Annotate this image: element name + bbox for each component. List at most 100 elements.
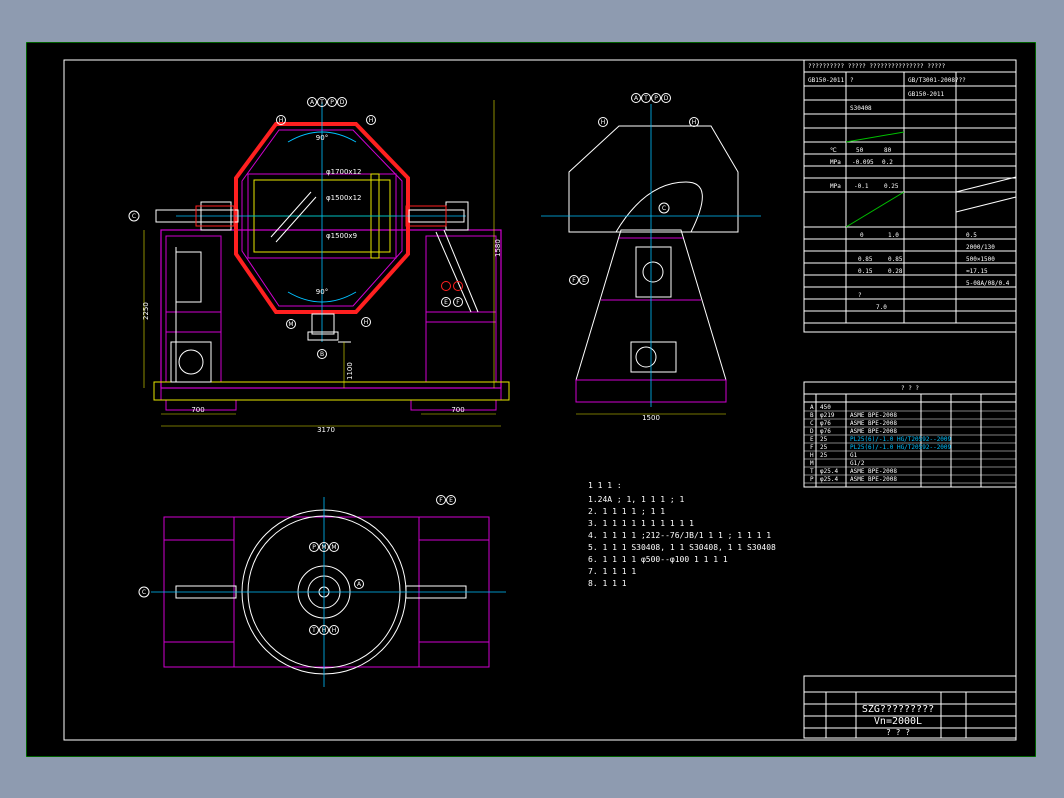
svg-text:P: P: [312, 544, 316, 551]
svg-text:H: H: [364, 319, 369, 326]
svg-text:M: M: [288, 321, 293, 328]
spec-table: ?????????? ????? ??????????????? ????? G…: [803, 59, 1017, 333]
nozzle-cell: F: [810, 444, 814, 451]
svg-text:?: ?: [850, 77, 854, 84]
svg-text:GB150-2011: GB150-2011: [908, 91, 945, 98]
svg-text:80: 80: [884, 147, 892, 154]
svg-text:0.85: 0.85: [888, 256, 903, 263]
svg-text:500×1500: 500×1500: [966, 256, 995, 263]
nozzle-rows: A 450 B φ219 ASME BPE-2008 C φ76 ASME BPE-2008 D…: [804, 404, 1016, 484]
svg-text:F: F: [456, 299, 460, 306]
svg-text:C: C: [142, 589, 146, 596]
svg-text:C: C: [662, 205, 666, 212]
nozzle-cell: C: [810, 420, 814, 427]
note-line: 7. 1 1 1 1: [588, 567, 636, 576]
svg-text:GB150-2011: GB150-2011: [808, 77, 845, 84]
nozzle-cell: PL25(6)/-1.0 HG/T20592--2009: [850, 444, 952, 451]
svg-text:T: T: [311, 627, 316, 634]
drawing-sheet: 90° 90° φ1700x12 φ1500x12 φ1500x9 700 70…: [26, 42, 1036, 757]
svg-text:0.28: 0.28: [888, 268, 903, 275]
svg-text:E: E: [582, 277, 586, 284]
dim-700-left: 700: [191, 406, 204, 414]
nozzle-cell: 450: [820, 404, 831, 411]
nozzle-cell: ASME BPE-2008: [850, 476, 897, 483]
svg-text:MPa: MPa: [830, 159, 841, 166]
nozzle-cell: φ76: [820, 428, 831, 435]
notes-heading: 1 1 1 :: [588, 481, 622, 490]
note-line: 1.24A ; 1, 1 1 1 ; 1: [588, 495, 685, 504]
title-bottom: ? ? ?: [886, 728, 910, 737]
nozzle-cell: G1: [850, 452, 858, 459]
technical-notes: 1 1 1 : 1.24A ; 1, 1 1 1 ; 1 2. 1 1 1 1 …: [588, 481, 776, 588]
dim-1500: 1500: [642, 414, 660, 422]
svg-text:P: P: [330, 99, 334, 106]
svg-text:5-08A/08/0.4: 5-08A/08/0.4: [966, 280, 1010, 287]
nozzle-cell: ASME BPE-2008: [850, 420, 897, 427]
dim-700-right: 700: [451, 406, 464, 414]
nozzle-cell: ASME BPE-2008: [850, 428, 897, 435]
svg-text:H: H: [369, 117, 374, 124]
svg-text:?: ?: [858, 292, 862, 299]
svg-text:MPa: MPa: [830, 183, 841, 190]
title-volume: Vn=2000L: [874, 716, 922, 727]
title-block: SZG????????? Vn=2000L ? ? ?: [803, 675, 1017, 739]
nozzle-cell: E: [810, 436, 814, 443]
svg-text:H: H: [279, 117, 284, 124]
nozzle-cell: ASME BPE-2008: [850, 468, 897, 475]
note-line: 8. 1 1 1: [588, 579, 627, 588]
svg-text:H: H: [601, 119, 606, 126]
nozzle-cell: φ25.4: [820, 468, 838, 475]
cad-drawing: 90° 90° φ1700x12 φ1500x12 φ1500x9 700 70…: [26, 42, 1036, 757]
dim-2250: 2250: [142, 302, 150, 320]
note-line: 4. 1 1 1 1 ;212--76/JB/1 1 1 ; 1 1 1 1: [588, 531, 771, 540]
note-line: 5. 1 1 1 S30408, 1 1 S30408, 1 1 S30408: [588, 543, 776, 552]
svg-text:E: E: [449, 497, 453, 504]
svg-text:T: T: [319, 99, 324, 106]
svg-text:D: D: [664, 95, 669, 102]
svg-text:0.15: 0.15: [858, 268, 873, 275]
note-line: 2. 1 1 1 1 ; 1 1: [588, 507, 665, 516]
cad-window: 90° 90° φ1700x12 φ1500x12 φ1500x9 700 70…: [0, 0, 1064, 798]
svg-text:50: 50: [856, 147, 864, 154]
nozzle-cell: T: [810, 468, 814, 475]
svg-text:H: H: [692, 119, 697, 126]
top-bubbles: F E C P M M A T H H: [138, 495, 456, 635]
spec-header: ?????????? ????? ??????????????? ?????: [808, 63, 946, 70]
svg-text:M: M: [331, 544, 336, 551]
nozzle-cell: M: [810, 460, 814, 467]
svg-text:7.0: 7.0: [876, 304, 887, 311]
svg-text:P: P: [654, 95, 658, 102]
nozzle-cell: B: [810, 412, 814, 419]
angle-bottom-label: 90°: [316, 288, 328, 296]
top-view: F E C P M M A T H H: [138, 495, 506, 687]
svg-text:E: E: [444, 299, 448, 306]
svg-text:B: B: [320, 351, 324, 358]
dim-1100: 1100: [346, 362, 354, 380]
nozzle-cell: φ25.4: [820, 476, 838, 483]
svg-text:S30408: S30408: [850, 105, 872, 112]
inner-dim-2: φ1500x12: [326, 194, 361, 202]
svg-text:GB/T3001-2008???: GB/T3001-2008???: [908, 77, 966, 84]
svg-text:A: A: [357, 581, 362, 588]
nozzle-cell: A: [810, 404, 814, 411]
svg-text:0.2: 0.2: [882, 159, 893, 166]
dim-1580: 1580: [494, 239, 502, 257]
note-line: 6. 1 1 1 1 φ500--φ100 1 1 1 1: [588, 555, 728, 564]
svg-text:A: A: [634, 95, 639, 102]
nozzle-cell: 25: [820, 452, 828, 459]
svg-text:H: H: [332, 627, 337, 634]
svg-text:A: A: [310, 99, 315, 106]
svg-text:0.5: 0.5: [966, 232, 977, 239]
front-bubbles: A T P D H H C M H B E F: [128, 97, 463, 359]
nozzle-cell: 25: [820, 444, 828, 451]
nozzle-cell: P: [810, 476, 814, 483]
nozzle-cell: 25: [820, 436, 828, 443]
svg-text:T: T: [643, 95, 648, 102]
svg-text:M: M: [321, 544, 326, 551]
svg-text:1.0: 1.0: [888, 232, 899, 239]
svg-text:≈17.15: ≈17.15: [966, 268, 988, 275]
svg-text:0.25: 0.25: [884, 183, 899, 190]
nozzle-cell: G1/2: [850, 460, 865, 467]
side-view: 1500 A T P D H H C F E: [541, 93, 761, 422]
svg-text:? ? ?: ? ? ?: [901, 385, 919, 392]
